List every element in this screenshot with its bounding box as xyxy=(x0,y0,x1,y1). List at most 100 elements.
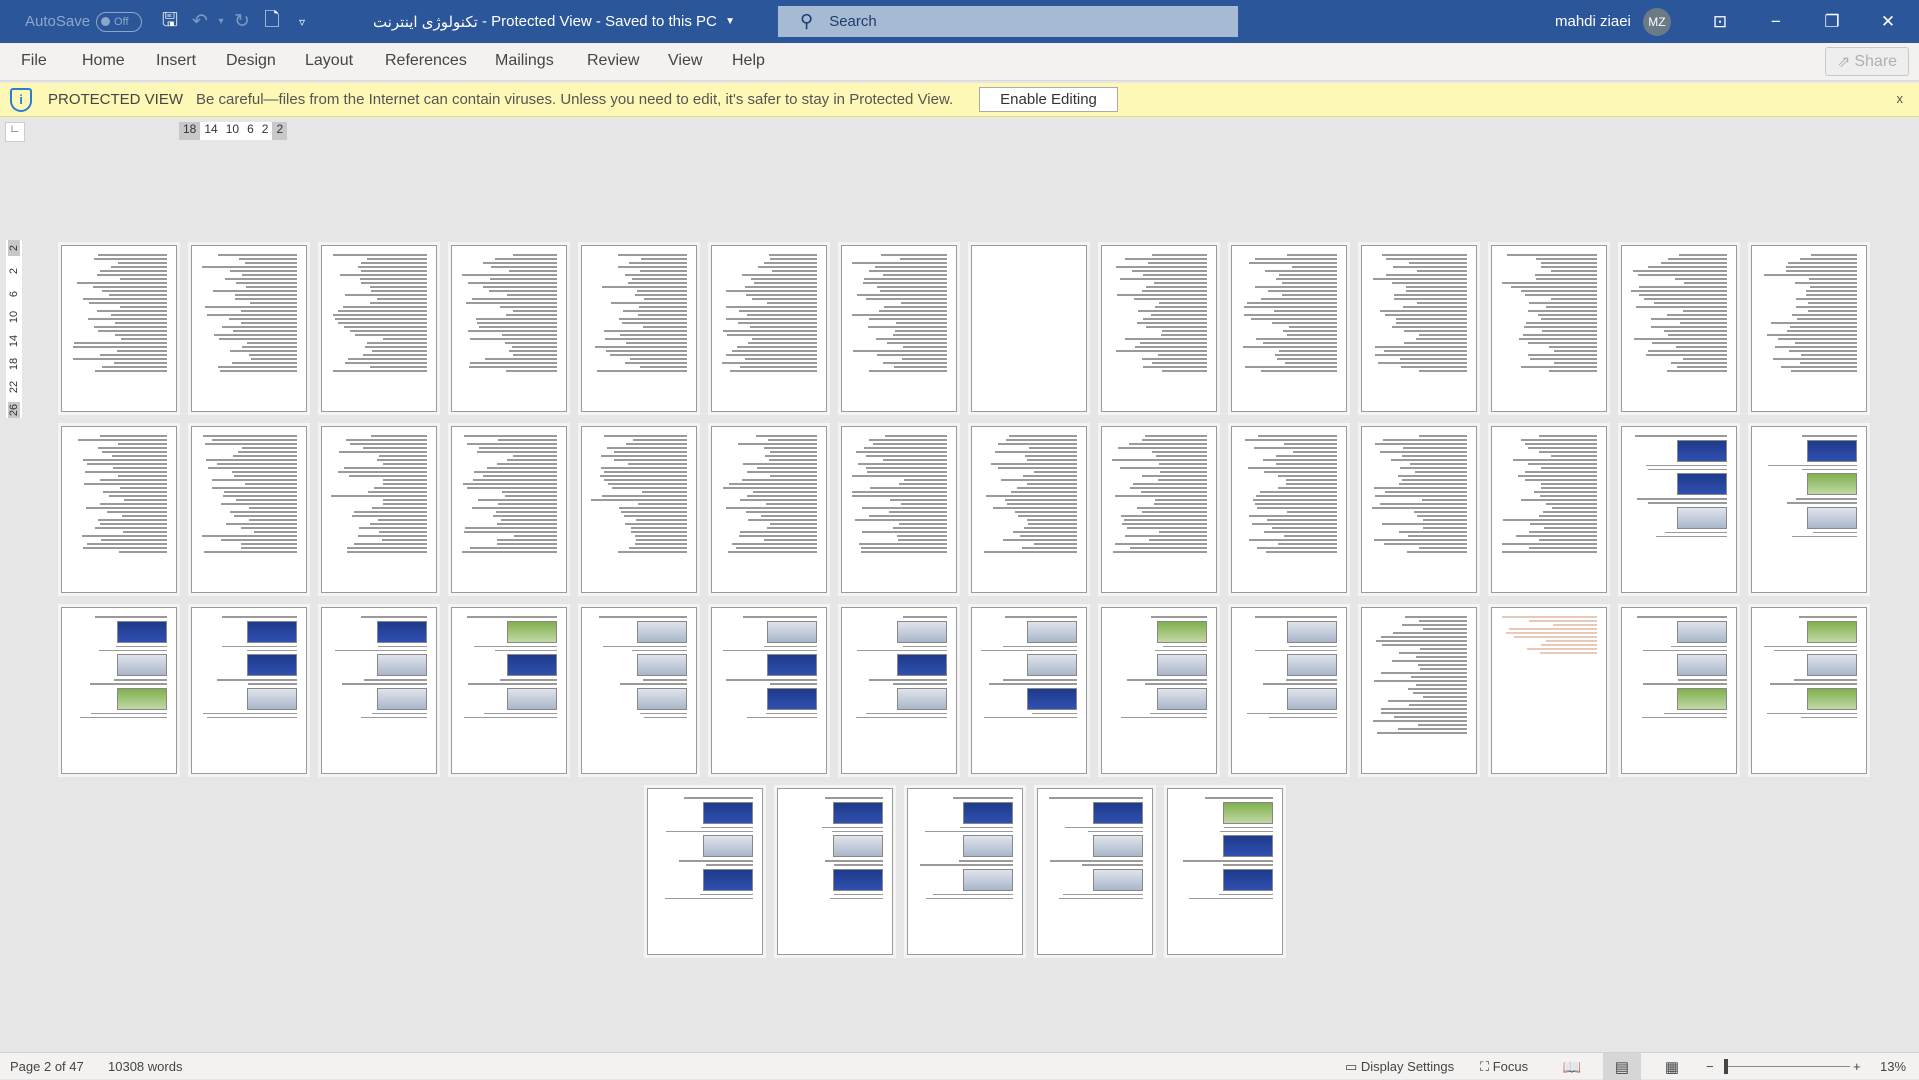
close-message-bar-icon[interactable]: x xyxy=(1897,91,1904,106)
page-thumbnail[interactable] xyxy=(191,245,307,412)
page-thumbnail[interactable] xyxy=(321,607,437,774)
page-thumbnail[interactable] xyxy=(777,788,893,955)
autosave-toggle[interactable]: AutoSave Off xyxy=(25,0,143,43)
zoom-out-button[interactable]: − xyxy=(1706,1059,1714,1074)
page-image xyxy=(767,687,817,710)
page-thumbnail[interactable] xyxy=(1621,607,1737,774)
page-thumbnail[interactable] xyxy=(647,788,763,955)
page-thumbnail[interactable] xyxy=(321,245,437,412)
zoom-slider[interactable] xyxy=(1725,1066,1850,1067)
zoom-level[interactable]: 13% xyxy=(1880,1059,1906,1074)
page-thumbnail[interactable] xyxy=(1231,607,1347,774)
undo-dropdown-icon[interactable]: ▾ xyxy=(215,16,227,27)
tab-help[interactable]: Help xyxy=(732,52,765,70)
page-thumbnail[interactable] xyxy=(1231,245,1347,412)
page-thumbnail[interactable] xyxy=(451,607,567,774)
page-thumbnail[interactable] xyxy=(711,607,827,774)
page-thumbnail[interactable] xyxy=(191,607,307,774)
page-thumbnail[interactable] xyxy=(907,788,1023,955)
page-image xyxy=(637,654,687,676)
tab-review[interactable]: Review xyxy=(587,52,639,70)
enable-editing-button[interactable]: Enable Editing xyxy=(979,87,1118,112)
restore-icon[interactable]: ❐ xyxy=(1804,12,1860,32)
page-thumbnail[interactable] xyxy=(971,607,1087,774)
page-image xyxy=(1027,620,1077,643)
user-name[interactable]: mahdi ziaei xyxy=(1555,13,1631,30)
search-box[interactable]: ⚲ Search xyxy=(778,6,1238,37)
page-thumbnail[interactable] xyxy=(1101,607,1217,774)
page-thumbnail[interactable] xyxy=(1751,426,1867,593)
tab-layout[interactable]: Layout xyxy=(305,52,353,70)
page-thumbnail[interactable] xyxy=(451,426,567,593)
tab-view[interactable]: View xyxy=(668,52,702,70)
page-thumbnail[interactable] xyxy=(1751,607,1867,774)
page-thumbnail[interactable] xyxy=(1361,426,1477,593)
page-thumbnail[interactable] xyxy=(581,426,697,593)
page-thumbnail[interactable] xyxy=(1491,607,1607,774)
page-image xyxy=(767,654,817,676)
page-thumbnail[interactable] xyxy=(1361,245,1477,412)
tab-home[interactable]: Home xyxy=(82,52,125,70)
page-thumbnail[interactable] xyxy=(1231,426,1347,593)
page-image xyxy=(1027,654,1077,676)
page-thumbnail[interactable] xyxy=(841,245,957,412)
page-thumbnail[interactable] xyxy=(581,607,697,774)
page-thumbnail[interactable] xyxy=(971,426,1087,593)
share-button[interactable]: ⇗ Share xyxy=(1825,47,1909,76)
tab-references[interactable]: References xyxy=(385,52,467,70)
page-thumbnail[interactable] xyxy=(711,245,827,412)
customize-toolbar-icon[interactable]: ▿ xyxy=(287,15,317,29)
page-thumbnail[interactable] xyxy=(581,245,697,412)
page-thumbnail[interactable] xyxy=(841,426,957,593)
word-count[interactable]: 10308 words xyxy=(108,1059,182,1074)
tab-mailings[interactable]: Mailings xyxy=(495,52,554,70)
new-document-icon[interactable]: 🗋 xyxy=(257,6,287,38)
redo-icon[interactable]: ↻ xyxy=(227,10,257,33)
web-layout-icon[interactable]: ▦ xyxy=(1653,1053,1691,1080)
page-thumbnail[interactable] xyxy=(1101,426,1217,593)
page-thumbnail[interactable] xyxy=(61,426,177,593)
page-thumbnail[interactable] xyxy=(61,607,177,774)
focus-button[interactable]: ⛶ Focus xyxy=(1480,1059,1528,1075)
page-thumbnail[interactable] xyxy=(1361,607,1477,774)
read-mode-icon[interactable]: 📖 xyxy=(1553,1053,1591,1080)
tab-selector[interactable]: ∟ xyxy=(5,122,25,142)
page-thumbnail[interactable] xyxy=(971,245,1087,412)
page-count[interactable]: Page 2 of 47 xyxy=(10,1059,84,1074)
display-settings-button[interactable]: ▭ Display Settings xyxy=(1345,1059,1454,1075)
page-thumbnail[interactable] xyxy=(1751,245,1867,412)
horizontal-ruler[interactable]: 18 14 10 6 2 2 xyxy=(179,122,288,140)
page-thumbnail[interactable] xyxy=(1101,245,1217,412)
page-thumbnail[interactable] xyxy=(321,426,437,593)
page-thumbnail[interactable] xyxy=(1491,426,1607,593)
page-thumbnail[interactable] xyxy=(1037,788,1153,955)
minimize-icon[interactable]: − xyxy=(1748,12,1804,32)
page-thumbnail[interactable] xyxy=(1621,245,1737,412)
close-icon[interactable]: ✕ xyxy=(1860,12,1916,32)
document-title[interactable]: تکنولوژی اینترنت - Protected View - Save… xyxy=(373,0,735,43)
ribbon-display-options-icon[interactable]: ⊡ xyxy=(1692,12,1748,32)
tab-file[interactable]: File xyxy=(21,52,47,70)
zoom-in-button[interactable]: + xyxy=(1853,1059,1861,1074)
tab-design[interactable]: Design xyxy=(226,52,276,70)
tab-insert[interactable]: Insert xyxy=(156,52,196,70)
page-thumbnail[interactable] xyxy=(711,426,827,593)
page-thumbnail[interactable] xyxy=(61,245,177,412)
focus-icon: ⛶ xyxy=(1480,1059,1493,1074)
page-thumbnail[interactable] xyxy=(841,607,957,774)
page-thumbnail[interactable] xyxy=(191,426,307,593)
page-image xyxy=(897,687,947,710)
zoom-slider-thumb[interactable] xyxy=(1724,1059,1728,1074)
page-thumbnail[interactable] xyxy=(1167,788,1283,955)
undo-icon[interactable]: ↶ xyxy=(185,10,215,33)
page-thumbnail[interactable] xyxy=(1491,245,1607,412)
avatar[interactable]: MZ xyxy=(1642,7,1671,36)
page-thumbnail[interactable] xyxy=(1621,426,1737,593)
vertical-ruler[interactable]: 2 2 6 10 14 18 22 26 xyxy=(6,240,22,418)
page-image xyxy=(1223,835,1273,857)
page-thumbnail[interactable] xyxy=(451,245,567,412)
print-layout-icon[interactable]: ▤ xyxy=(1603,1053,1641,1080)
autosave-label: AutoSave xyxy=(25,13,91,30)
save-icon[interactable]: 🖫 xyxy=(155,6,185,38)
page-image xyxy=(507,620,557,643)
